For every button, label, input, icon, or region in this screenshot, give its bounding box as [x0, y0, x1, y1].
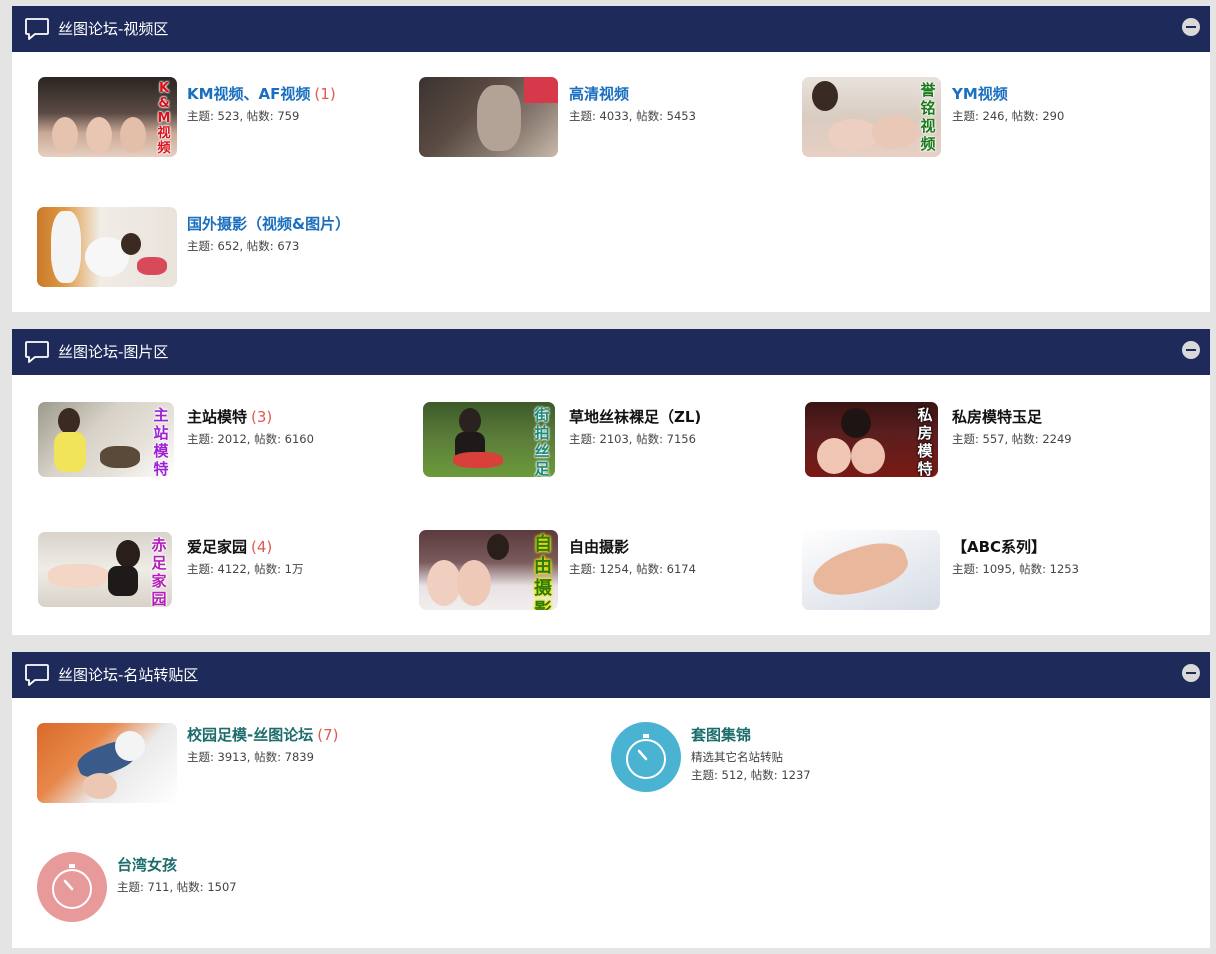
forum-name-link[interactable]: 国外摄影（视频&图片）	[187, 214, 354, 234]
section-title: 丝图论坛-视频区	[58, 20, 169, 38]
forum-name-link[interactable]: 高清视频	[569, 84, 633, 104]
new-post-count: (3)	[251, 408, 273, 426]
forum-name: 国外摄影（视频&图片）	[187, 215, 351, 233]
forum-name-link[interactable]: 爱足家园 (4)	[187, 537, 272, 557]
forum-stats: 主题: 557, 帖数: 2249	[952, 432, 1072, 446]
section-header: 丝图论坛-视频区	[12, 6, 1210, 52]
forum-name: KM视频、AF视频	[187, 85, 311, 103]
forum-thumbnail[interactable]: 自由摄影	[419, 530, 558, 610]
forum-name: YM视频	[952, 85, 1008, 103]
forum-name: 高清视频	[569, 85, 630, 103]
forum-name-link[interactable]: KM视频、AF视频 (1)	[187, 84, 336, 104]
forum-name: 主站模特	[187, 408, 248, 426]
new-post-count: (7)	[317, 726, 339, 744]
section-video: 丝图论坛-视频区 K&M视频 KM视频、AF视频 (1) 主题: 523, 帖数:…	[12, 6, 1210, 312]
forum-name-link[interactable]: 套图集锦	[691, 725, 755, 745]
forum-thumbnail[interactable]: 赤足家园	[38, 532, 172, 607]
thumbnail-label: 主站模特	[153, 406, 169, 477]
forum-thumbnail[interactable]	[37, 723, 177, 803]
forum-thumbnail[interactable]: 主站模特	[38, 402, 174, 477]
section-reposts: 丝图论坛-名站转贴区 校园足模-丝图论坛 (7) 主题: 3913, 帖数: 78…	[12, 652, 1210, 948]
forum-stats: 主题: 3913, 帖数: 7839	[187, 750, 314, 764]
collapse-toggle-button[interactable]	[1182, 664, 1200, 682]
thumbnail-label: 街拍丝足	[534, 406, 550, 477]
thumbnail-label: K&M视频	[157, 81, 171, 156]
forum-name-link[interactable]: 草地丝袜裸足（ZL)	[569, 407, 705, 427]
forum-name-link[interactable]: 校园足模-丝图论坛 (7)	[187, 725, 338, 745]
section-header: 丝图论坛-图片区	[12, 329, 1210, 375]
forum-stats: 主题: 523, 帖数: 759	[187, 109, 300, 123]
thumbnail-label: 赤足家园	[151, 536, 167, 607]
forum-name: 台湾女孩	[117, 856, 178, 874]
forum-thumbnail[interactable]: 街拍丝足	[423, 402, 555, 477]
thumbnail-label: 誉铭视频	[920, 81, 936, 153]
forum-stats: 主题: 512, 帖数: 1237	[691, 768, 811, 782]
forum-name: 私房模特玉足	[952, 408, 1043, 426]
forum-thumbnail[interactable]: 誉铭视频	[802, 77, 941, 157]
section-header: 丝图论坛-名站转贴区	[12, 652, 1210, 698]
forum-name: 校园足模-丝图论坛	[187, 726, 314, 744]
forum-name: 套图集锦	[691, 726, 752, 744]
forum-stats: 主题: 2103, 帖数: 7156	[569, 432, 696, 446]
section-pictures: 丝图论坛-图片区 主站模特 主站模特 (3) 主题: 2012, 帖数: 6160…	[12, 329, 1210, 635]
forum-thumbnail[interactable]	[37, 207, 177, 287]
new-post-count: (4)	[251, 538, 273, 556]
chat-bubble-icon	[25, 18, 49, 40]
forum-description: 精选其它名站转贴	[691, 750, 783, 764]
forum-name-link[interactable]: 主站模特 (3)	[187, 407, 272, 427]
forum-name: 【ABC系列】	[952, 538, 1047, 556]
forum-name-link[interactable]: 台湾女孩	[117, 855, 181, 875]
clock-icon[interactable]	[611, 722, 681, 792]
section-title: 丝图论坛-名站转贴区	[58, 666, 199, 684]
chat-bubble-icon	[25, 664, 49, 686]
collapse-toggle-button[interactable]	[1182, 18, 1200, 36]
forum-stats: 主题: 1254, 帖数: 6174	[569, 562, 696, 576]
forum-stats: 主题: 4122, 帖数: 1万	[187, 562, 304, 576]
new-post-count: (1)	[314, 85, 336, 103]
forum-name: 草地丝袜裸足（ZL)	[569, 408, 702, 426]
chat-bubble-icon	[25, 341, 49, 363]
forum-stats: 主题: 711, 帖数: 1507	[117, 880, 237, 894]
clock-icon[interactable]	[37, 852, 107, 922]
forum-thumbnail[interactable]	[802, 530, 940, 610]
forum-stats: 主题: 1095, 帖数: 1253	[952, 562, 1079, 576]
thumbnail-label: 自由摄影	[534, 534, 552, 610]
forum-thumbnail[interactable]	[419, 77, 558, 157]
forum-thumbnail[interactable]: 私房模特	[805, 402, 938, 477]
forum-stats: 主题: 4033, 帖数: 5453	[569, 109, 696, 123]
forum-stats: 主题: 246, 帖数: 290	[952, 109, 1065, 123]
collapse-toggle-button[interactable]	[1182, 341, 1200, 359]
forum-stats: 主题: 2012, 帖数: 6160	[187, 432, 314, 446]
forum-name-link[interactable]: 【ABC系列】	[952, 537, 1050, 557]
forum-stats: 主题: 652, 帖数: 673	[187, 239, 300, 253]
forum-name-link[interactable]: 私房模特玉足	[952, 407, 1046, 427]
forum-name-link[interactable]: YM视频	[952, 84, 1012, 104]
forum-name: 爱足家园	[187, 538, 248, 556]
section-title: 丝图论坛-图片区	[58, 343, 169, 361]
forum-thumbnail[interactable]: K&M视频	[38, 77, 177, 157]
thumbnail-label: 私房模特	[917, 406, 933, 477]
forum-name: 自由摄影	[569, 538, 630, 556]
forum-name-link[interactable]: 自由摄影	[569, 537, 633, 557]
